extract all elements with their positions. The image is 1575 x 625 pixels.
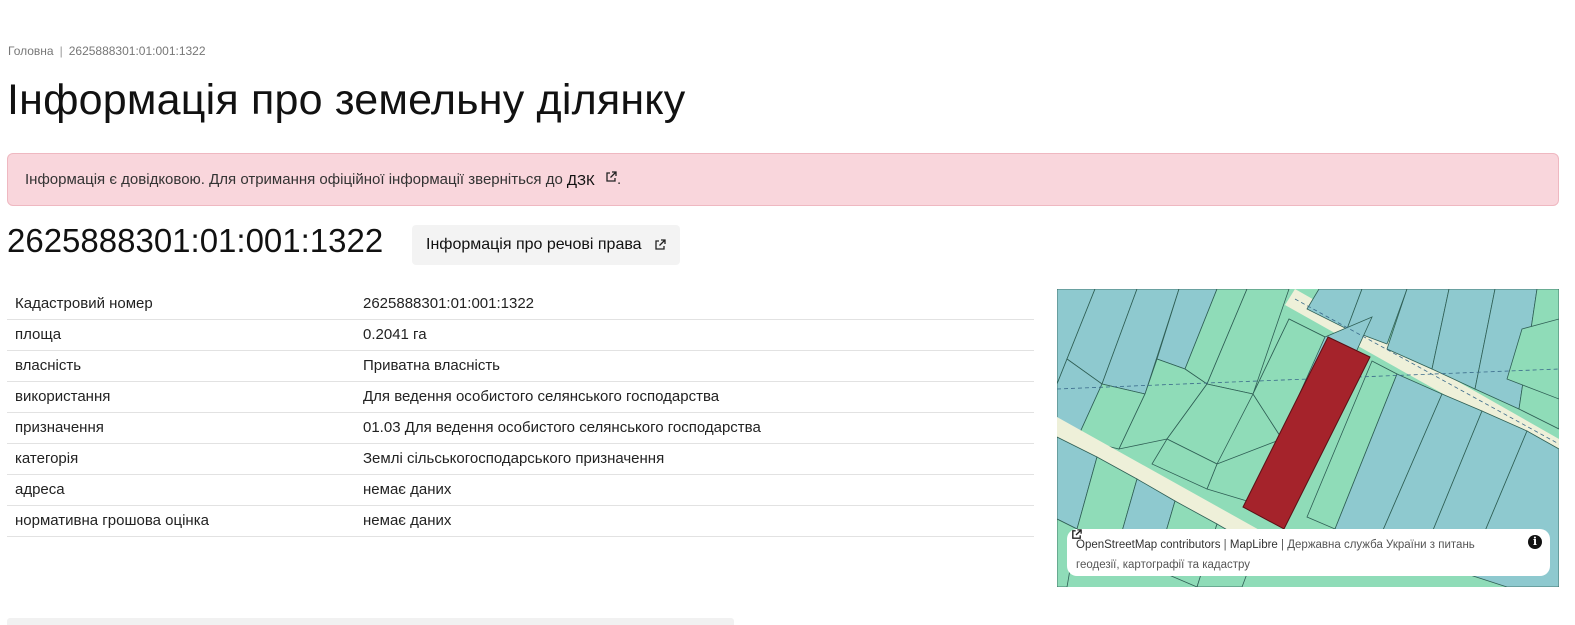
attribution-separator: | — [1281, 539, 1285, 551]
breadcrumb: Головна | 2625888301:01:001:1322 — [8, 44, 206, 58]
external-link-icon — [1072, 529, 1082, 539]
row-value: Землі сільськогосподарського призначення — [355, 443, 1034, 475]
breadcrumb-separator: | — [59, 44, 63, 58]
info-icon[interactable]: i — [1528, 535, 1542, 549]
row-key: Кадастровий номер — [7, 288, 355, 320]
row-key: власність — [7, 350, 355, 382]
row-key: нормативна грошова оцінка — [7, 505, 355, 537]
parcel-info-table: Кадастровий номер 2625888301:01:001:1322… — [7, 288, 1034, 537]
table-row: адреса немає даних — [7, 474, 1034, 506]
cadastral-map[interactable]: OpenStreetMap contributors | MapLibre | … — [1057, 289, 1559, 587]
table-row: Кадастровий номер 2625888301:01:001:1322 — [7, 288, 1034, 320]
notice-alert: Інформація є довідковою. Для отримання о… — [7, 153, 1559, 206]
row-key: категорія — [7, 443, 355, 475]
maplibre-link[interactable]: MapLibre — [1072, 529, 1281, 551]
row-key: адреса — [7, 474, 355, 506]
row-value: Приватна власність — [355, 350, 1034, 382]
table-row: нормативна грошова оцінка немає даних — [7, 505, 1034, 537]
row-key: призначення — [7, 412, 355, 444]
external-link-icon — [654, 239, 666, 250]
external-link-icon — [606, 170, 617, 182]
row-key: використання — [7, 381, 355, 413]
row-value: немає даних — [355, 474, 1034, 506]
property-rights-button[interactable]: Інформація про речові права — [412, 225, 680, 265]
table-row: використання Для ведення особистого селя… — [7, 381, 1034, 413]
row-value: 2625888301:01:001:1322 — [355, 288, 1034, 320]
notice-text: Інформація є довідковою. Для отримання о… — [25, 171, 563, 188]
table-row: власність Приватна власність — [7, 350, 1034, 382]
table-row: призначення 01.03 Для ведення особистого… — [7, 412, 1034, 444]
bottom-section-edge — [7, 618, 734, 625]
row-value: Для ведення особистого селянського госпо… — [355, 381, 1034, 413]
property-rights-button-label: Інформація про речові права — [426, 236, 642, 253]
osm-attribution-link[interactable]: OpenStreetMap contributors — [1076, 539, 1220, 551]
row-value: 0.2041 га — [355, 319, 1034, 351]
notice-suffix: . — [616, 171, 622, 188]
table-row: категорія Землі сільськогосподарського п… — [7, 443, 1034, 475]
page-title: Інформація про земельну ділянку — [7, 76, 686, 124]
row-value: немає даних — [355, 505, 1034, 537]
maplibre-link-label: MapLibre — [1229, 539, 1278, 551]
row-value: 01.03 Для ведення особистого селянського… — [355, 412, 1034, 444]
breadcrumb-home-link[interactable]: Головна — [8, 44, 54, 58]
breadcrumb-current: 2625888301:01:001:1322 — [68, 44, 206, 58]
dzk-link-label: ДЗК — [566, 171, 595, 189]
map-attribution: OpenStreetMap contributors | MapLibre | … — [1067, 529, 1550, 576]
attribution-separator: | — [1223, 539, 1227, 551]
dzk-link[interactable]: ДЗК — [566, 170, 617, 189]
parcel-id-heading: 2625888301:01:001:1322 — [7, 222, 384, 259]
row-key: площа — [7, 319, 355, 351]
table-row: площа 0.2041 га — [7, 319, 1034, 351]
